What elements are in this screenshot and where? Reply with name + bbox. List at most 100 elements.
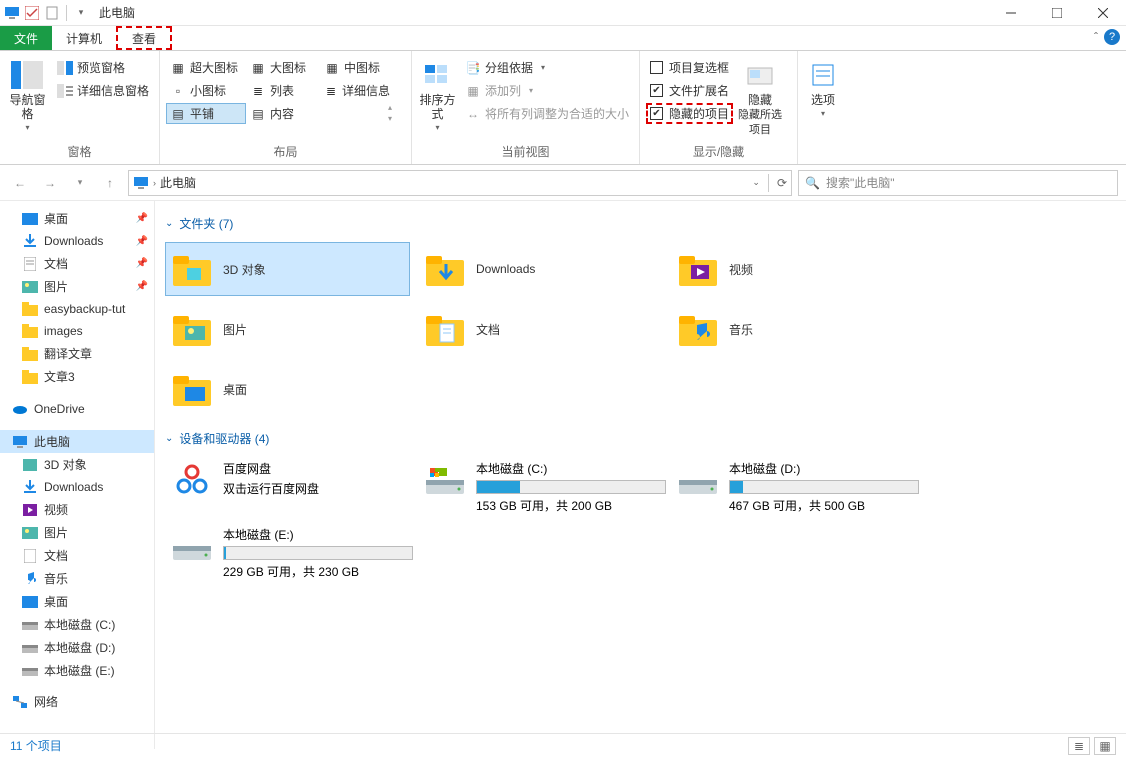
- drive-tile[interactable]: 本地磁盘 (D:)467 GB 可用，共 500 GB: [671, 457, 916, 517]
- maximize-button[interactable]: [1034, 0, 1080, 26]
- folder-tile[interactable]: Downloads: [418, 242, 663, 296]
- tab-file[interactable]: 文件: [0, 26, 52, 50]
- sidebar-item[interactable]: 图片📌: [0, 275, 154, 298]
- sidebar-onedrive[interactable]: OneDrive: [0, 398, 154, 420]
- options-button[interactable]: 选项 ▾: [804, 55, 842, 143]
- sidebar-item[interactable]: 文档: [0, 544, 154, 567]
- nav-forward-button[interactable]: →: [38, 171, 62, 195]
- layout-content[interactable]: ▤内容: [246, 103, 320, 124]
- nav-recent-button[interactable]: ▾: [68, 171, 92, 195]
- section-folders[interactable]: ⌄文件夹 (7): [165, 215, 1122, 232]
- nav-pane-button[interactable]: 导航窗格 ▾: [6, 55, 49, 140]
- groupby-icon: 📑: [465, 60, 481, 76]
- section-drives[interactable]: ⌄设备和驱动器 (4): [165, 430, 1122, 447]
- view-details-button[interactable]: ≣: [1068, 737, 1090, 755]
- small-icon: ▫: [170, 83, 186, 99]
- sidebar-item[interactable]: 音乐: [0, 567, 154, 590]
- sidebar-item[interactable]: 文档📌: [0, 252, 154, 275]
- layout-tiles[interactable]: ▤平铺: [166, 103, 246, 124]
- sidebar-item[interactable]: Downloads📌: [0, 230, 154, 252]
- close-button[interactable]: [1080, 0, 1126, 26]
- folder-tile[interactable]: 文档: [418, 302, 663, 356]
- layout-medium[interactable]: ▦中图标: [320, 57, 394, 78]
- medium-icon: ▦: [324, 60, 340, 76]
- breadcrumb-location[interactable]: 此电脑: [160, 174, 196, 191]
- folder-tile[interactable]: 图片: [165, 302, 410, 356]
- item-icon: [22, 663, 38, 679]
- nav-back-button[interactable]: ←: [8, 171, 32, 195]
- sidebar-item[interactable]: 翻译文章: [0, 342, 154, 365]
- folder-tile[interactable]: 视频: [671, 242, 916, 296]
- item-checkboxes-toggle[interactable]: 项目复选框: [646, 57, 733, 78]
- folder-icon: [22, 301, 38, 317]
- file-extensions-toggle[interactable]: 文件扩展名: [646, 80, 733, 101]
- preview-pane-button[interactable]: 预览窗格: [53, 57, 153, 78]
- folder-icon: [22, 256, 38, 272]
- nav-pane-icon: [11, 59, 43, 91]
- layout-scroll-up[interactable]: ▴: [388, 103, 392, 112]
- tab-view[interactable]: 查看: [116, 26, 172, 50]
- details-pane-icon: [57, 83, 73, 99]
- refresh-icon[interactable]: ⟳: [777, 176, 787, 190]
- sidebar-item[interactable]: 本地磁盘 (D:): [0, 636, 154, 659]
- drive-tile[interactable]: 本地磁盘 (C:)153 GB 可用，共 200 GB: [418, 457, 663, 517]
- folder-tile[interactable]: 3D 对象: [165, 242, 410, 296]
- doc-icon[interactable]: [44, 5, 60, 21]
- details-pane-button[interactable]: 详细信息窗格: [53, 80, 153, 101]
- addcol-button[interactable]: ▦添加列▾: [461, 80, 633, 101]
- pin-icon: 📌: [136, 236, 148, 247]
- address-bar[interactable]: › 此电脑 ⌄ ⟳: [128, 170, 792, 196]
- collapse-ribbon-icon[interactable]: ˆ: [1094, 30, 1098, 44]
- address-dropdown-icon[interactable]: ⌄: [752, 177, 760, 188]
- sidebar-item[interactable]: images: [0, 320, 154, 342]
- sidebar-item[interactable]: 视频: [0, 498, 154, 521]
- sidebar-item[interactable]: 本地磁盘 (C:): [0, 613, 154, 636]
- sidebar-item[interactable]: 图片: [0, 521, 154, 544]
- folder-tile[interactable]: 桌面: [165, 362, 410, 416]
- sidebar-item[interactable]: easybackup-tut: [0, 298, 154, 320]
- layout-scroll-down[interactable]: ▾: [388, 114, 392, 123]
- drive-tile[interactable]: 本地磁盘 (E:)229 GB 可用，共 230 GB: [165, 523, 410, 583]
- ribbon-group-currentview: 排序方式 ▾ 📑分组依据▾ ▦添加列▾ ↔将所有列调整为合适的大小 当前视图: [412, 51, 640, 164]
- pin-icon: 📌: [136, 213, 148, 224]
- sidebar-item[interactable]: 桌面: [0, 590, 154, 613]
- layout-large[interactable]: ▦大图标: [246, 57, 320, 78]
- sidebar-item[interactable]: 文章3: [0, 365, 154, 388]
- minimize-button[interactable]: [988, 0, 1034, 26]
- hidden-items-toggle[interactable]: 隐藏的项目: [646, 103, 733, 124]
- layout-details[interactable]: ≣详细信息: [320, 80, 394, 101]
- window-controls: [988, 0, 1126, 26]
- hide-selected-button[interactable]: 隐藏隐藏所选项目: [733, 55, 787, 140]
- breadcrumb-sep-icon[interactable]: ›: [153, 178, 156, 188]
- sidebar-item[interactable]: 3D 对象: [0, 453, 154, 476]
- nav-up-button[interactable]: ↑: [98, 171, 122, 195]
- group-label-layout: 布局: [166, 140, 405, 164]
- chevron-down-icon: ▾: [435, 123, 439, 132]
- folder-tile[interactable]: 音乐: [671, 302, 916, 356]
- sidebar-item[interactable]: 本地磁盘 (E:): [0, 659, 154, 682]
- qat-dropdown-icon[interactable]: ▾: [73, 5, 89, 21]
- help-icon[interactable]: ?: [1104, 29, 1120, 45]
- large-icon: ▦: [250, 60, 266, 76]
- view-tiles-button[interactable]: ▦: [1094, 737, 1116, 755]
- search-box[interactable]: 🔍 搜索"此电脑": [798, 170, 1118, 196]
- sidebar-item[interactable]: Downloads: [0, 476, 154, 498]
- sidebar-item[interactable]: 桌面📌: [0, 207, 154, 230]
- checkbox-icon: [650, 61, 663, 74]
- ribbon-group-options: 选项 ▾: [798, 51, 848, 164]
- addcol-icon: ▦: [465, 83, 481, 99]
- groupby-button[interactable]: 📑分组依据▾: [461, 57, 633, 78]
- layout-small[interactable]: ▫小图标: [166, 80, 246, 101]
- drive-tile-baidu[interactable]: 百度网盘双击运行百度网盘: [165, 457, 410, 517]
- tab-computer[interactable]: 计算机: [52, 26, 116, 50]
- chevron-down-icon: ▾: [821, 109, 825, 118]
- layout-xlarge[interactable]: ▦超大图标: [166, 57, 246, 78]
- autosize-button[interactable]: ↔将所有列调整为合适的大小: [461, 103, 633, 124]
- status-bar: 11 个项目 ≣ ▦: [0, 733, 1126, 757]
- sort-icon: [421, 59, 453, 91]
- sidebar-thispc[interactable]: 此电脑: [0, 430, 154, 453]
- sidebar-network[interactable]: 网络: [0, 690, 154, 713]
- properties-check-icon[interactable]: [24, 5, 40, 21]
- layout-list[interactable]: ≣列表: [246, 80, 320, 101]
- sort-button[interactable]: 排序方式 ▾: [418, 55, 457, 140]
